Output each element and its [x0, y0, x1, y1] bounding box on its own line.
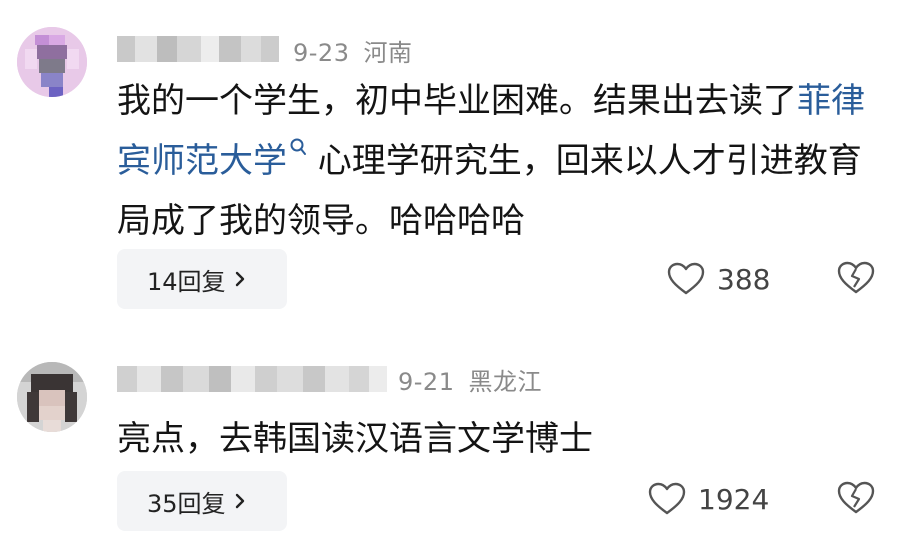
comment-content: 亮点，去韩国读汉语言文学博士 [117, 409, 887, 469]
view-replies-button[interactable]: 35回复 [117, 471, 287, 531]
comment-date: 9-23 [293, 39, 350, 67]
like-button[interactable]: 1924 [648, 482, 769, 516]
comment-text: 我的一个学生，初中毕业困难。结果出去读了 [117, 81, 797, 121]
comment-location: 黑龙江 [468, 368, 542, 396]
dislike-button[interactable] [836, 480, 876, 520]
dislike-button[interactable] [836, 260, 876, 300]
like-count: 388 [717, 262, 771, 296]
comment-date: 9-21 [398, 368, 455, 396]
heart-outline-icon [648, 482, 686, 515]
avatar-image [17, 362, 87, 432]
username-pixelated[interactable] [117, 366, 387, 392]
username-pixelated[interactable] [117, 36, 279, 62]
broken-heart-icon [837, 261, 875, 294]
search-icon[interactable] [289, 137, 307, 159]
like-button[interactable]: 388 [667, 262, 770, 296]
heart-outline-icon [667, 262, 705, 295]
comment-item: 9-23 河南 我的一个学生，初中毕业困难。结果出去读了菲律宾师范大学 心理学研究… [0, 0, 903, 330]
comment-item: 9-21 黑龙江 亮点，去韩国读汉语言文学博士 35回复 1924 [0, 340, 903, 553]
comment-meta: 9-21 黑龙江 [398, 362, 542, 397]
broken-heart-icon [837, 481, 875, 514]
comment-text: 亮点，去韩国读汉语言文学博士 [117, 419, 593, 459]
like-count: 1924 [698, 482, 770, 516]
comment-meta: 9-23 河南 [293, 33, 412, 68]
chevron-right-icon [235, 271, 244, 287]
reply-count-label: 14回复 [147, 267, 226, 296]
avatar-image [17, 27, 87, 97]
comment-location: 河南 [363, 39, 413, 67]
comment-content: 我的一个学生，初中毕业困难。结果出去读了菲律宾师范大学 心理学研究生，回来以人才… [117, 71, 887, 251]
view-replies-button[interactable]: 14回复 [117, 249, 287, 309]
avatar[interactable] [17, 362, 87, 432]
reply-count-label: 35回复 [147, 489, 226, 518]
avatar[interactable] [17, 27, 87, 97]
chevron-right-icon [235, 493, 244, 509]
